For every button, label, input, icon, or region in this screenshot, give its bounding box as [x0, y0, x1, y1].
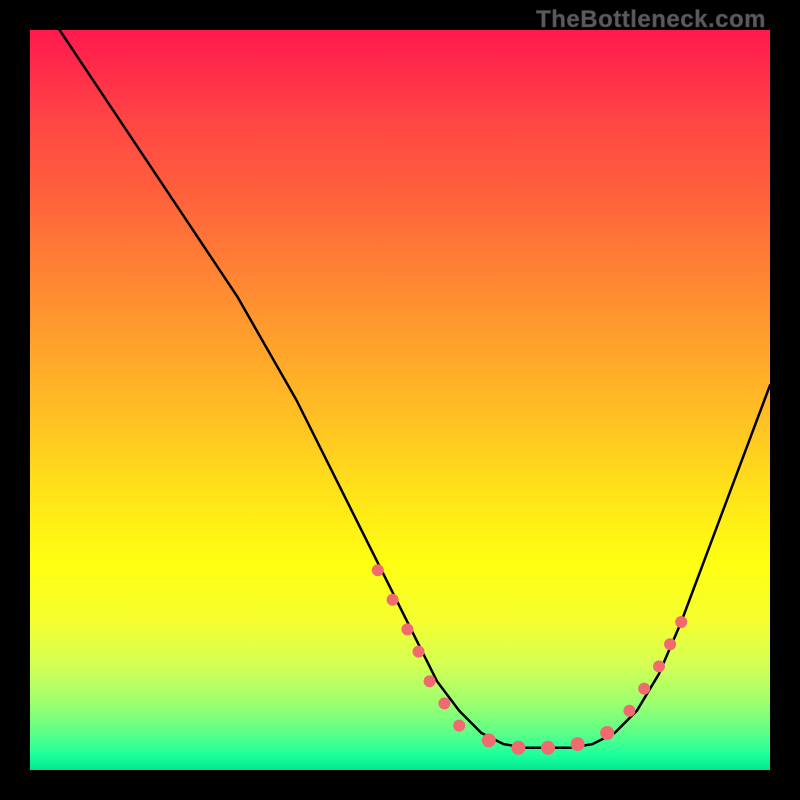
branding-watermark: TheBottleneck.com	[536, 6, 766, 34]
plot-background	[30, 30, 770, 770]
chart-stage: TheBottleneck.com	[0, 0, 800, 800]
